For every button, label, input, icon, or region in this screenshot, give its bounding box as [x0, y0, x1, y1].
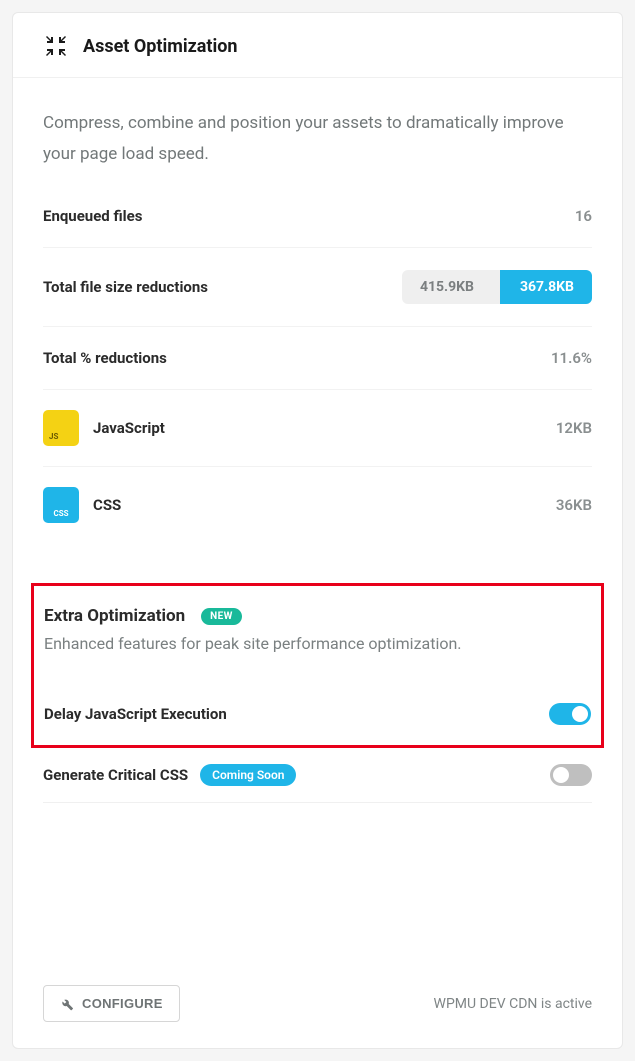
- css-size: 36KB: [556, 496, 592, 514]
- configure-button[interactable]: CONFIGURE: [43, 985, 180, 1022]
- coming-soon-badge: Coming Soon: [200, 764, 296, 786]
- new-badge: NEW: [201, 608, 242, 625]
- configure-button-label: CONFIGURE: [82, 996, 163, 1011]
- extra-optimization-highlight: Extra Optimization NEW Enhanced features…: [31, 583, 604, 748]
- card-title: Asset Optimization: [83, 36, 238, 57]
- extra-optimization-description: Enhanced features for peak site performa…: [44, 634, 591, 653]
- card-header: Asset Optimization: [13, 13, 622, 78]
- css-label: CSS: [93, 496, 121, 514]
- javascript-row: JS JavaScript 12KB: [43, 390, 592, 467]
- percent-reduction-row: Total % reductions 11.6%: [43, 327, 592, 390]
- card-body: Compress, combine and position your asse…: [13, 78, 622, 961]
- js-size: 12KB: [556, 419, 592, 437]
- extra-optimization-title: Extra Optimization: [44, 606, 185, 626]
- wrench-icon: [60, 997, 74, 1011]
- delay-js-toggle[interactable]: [549, 703, 591, 725]
- asset-optimization-card: Asset Optimization Compress, combine and…: [12, 12, 623, 1049]
- card-footer: CONFIGURE WPMU DEV CDN is active: [13, 961, 622, 1048]
- file-size-label: Total file size reductions: [43, 278, 208, 296]
- extra-optimization-header: Extra Optimization NEW: [44, 606, 591, 626]
- cdn-status-text: WPMU DEV CDN is active: [434, 996, 592, 1012]
- percent-reduction-value: 11.6%: [551, 349, 592, 367]
- delay-js-row: Delay JavaScript Execution: [44, 687, 591, 745]
- critical-css-label: Generate Critical CSS: [43, 766, 188, 784]
- size-reduction-pill: 415.9KB 367.8KB: [402, 270, 592, 304]
- size-before: 415.9KB: [402, 270, 500, 304]
- card-description: Compress, combine and position your asse…: [43, 108, 592, 169]
- js-label: JavaScript: [93, 419, 165, 437]
- percent-reduction-label: Total % reductions: [43, 349, 167, 367]
- js-icon: JS: [43, 410, 79, 446]
- file-size-row: Total file size reductions 415.9KB 367.8…: [43, 248, 592, 327]
- css-icon: CSS: [43, 487, 79, 523]
- css-row: CSS CSS 36KB: [43, 467, 592, 543]
- critical-css-toggle[interactable]: [550, 764, 592, 786]
- after-highlight-section: Generate Critical CSS Coming Soon: [43, 748, 592, 803]
- enqueued-files-label: Enqueued files: [43, 207, 142, 225]
- size-after: 367.8KB: [500, 270, 592, 304]
- compress-icon: [43, 33, 69, 59]
- critical-css-row: Generate Critical CSS Coming Soon: [43, 748, 592, 803]
- enqueued-files-row: Enqueued files 16: [43, 207, 592, 248]
- enqueued-files-value: 16: [575, 207, 592, 225]
- delay-js-label: Delay JavaScript Execution: [44, 705, 227, 723]
